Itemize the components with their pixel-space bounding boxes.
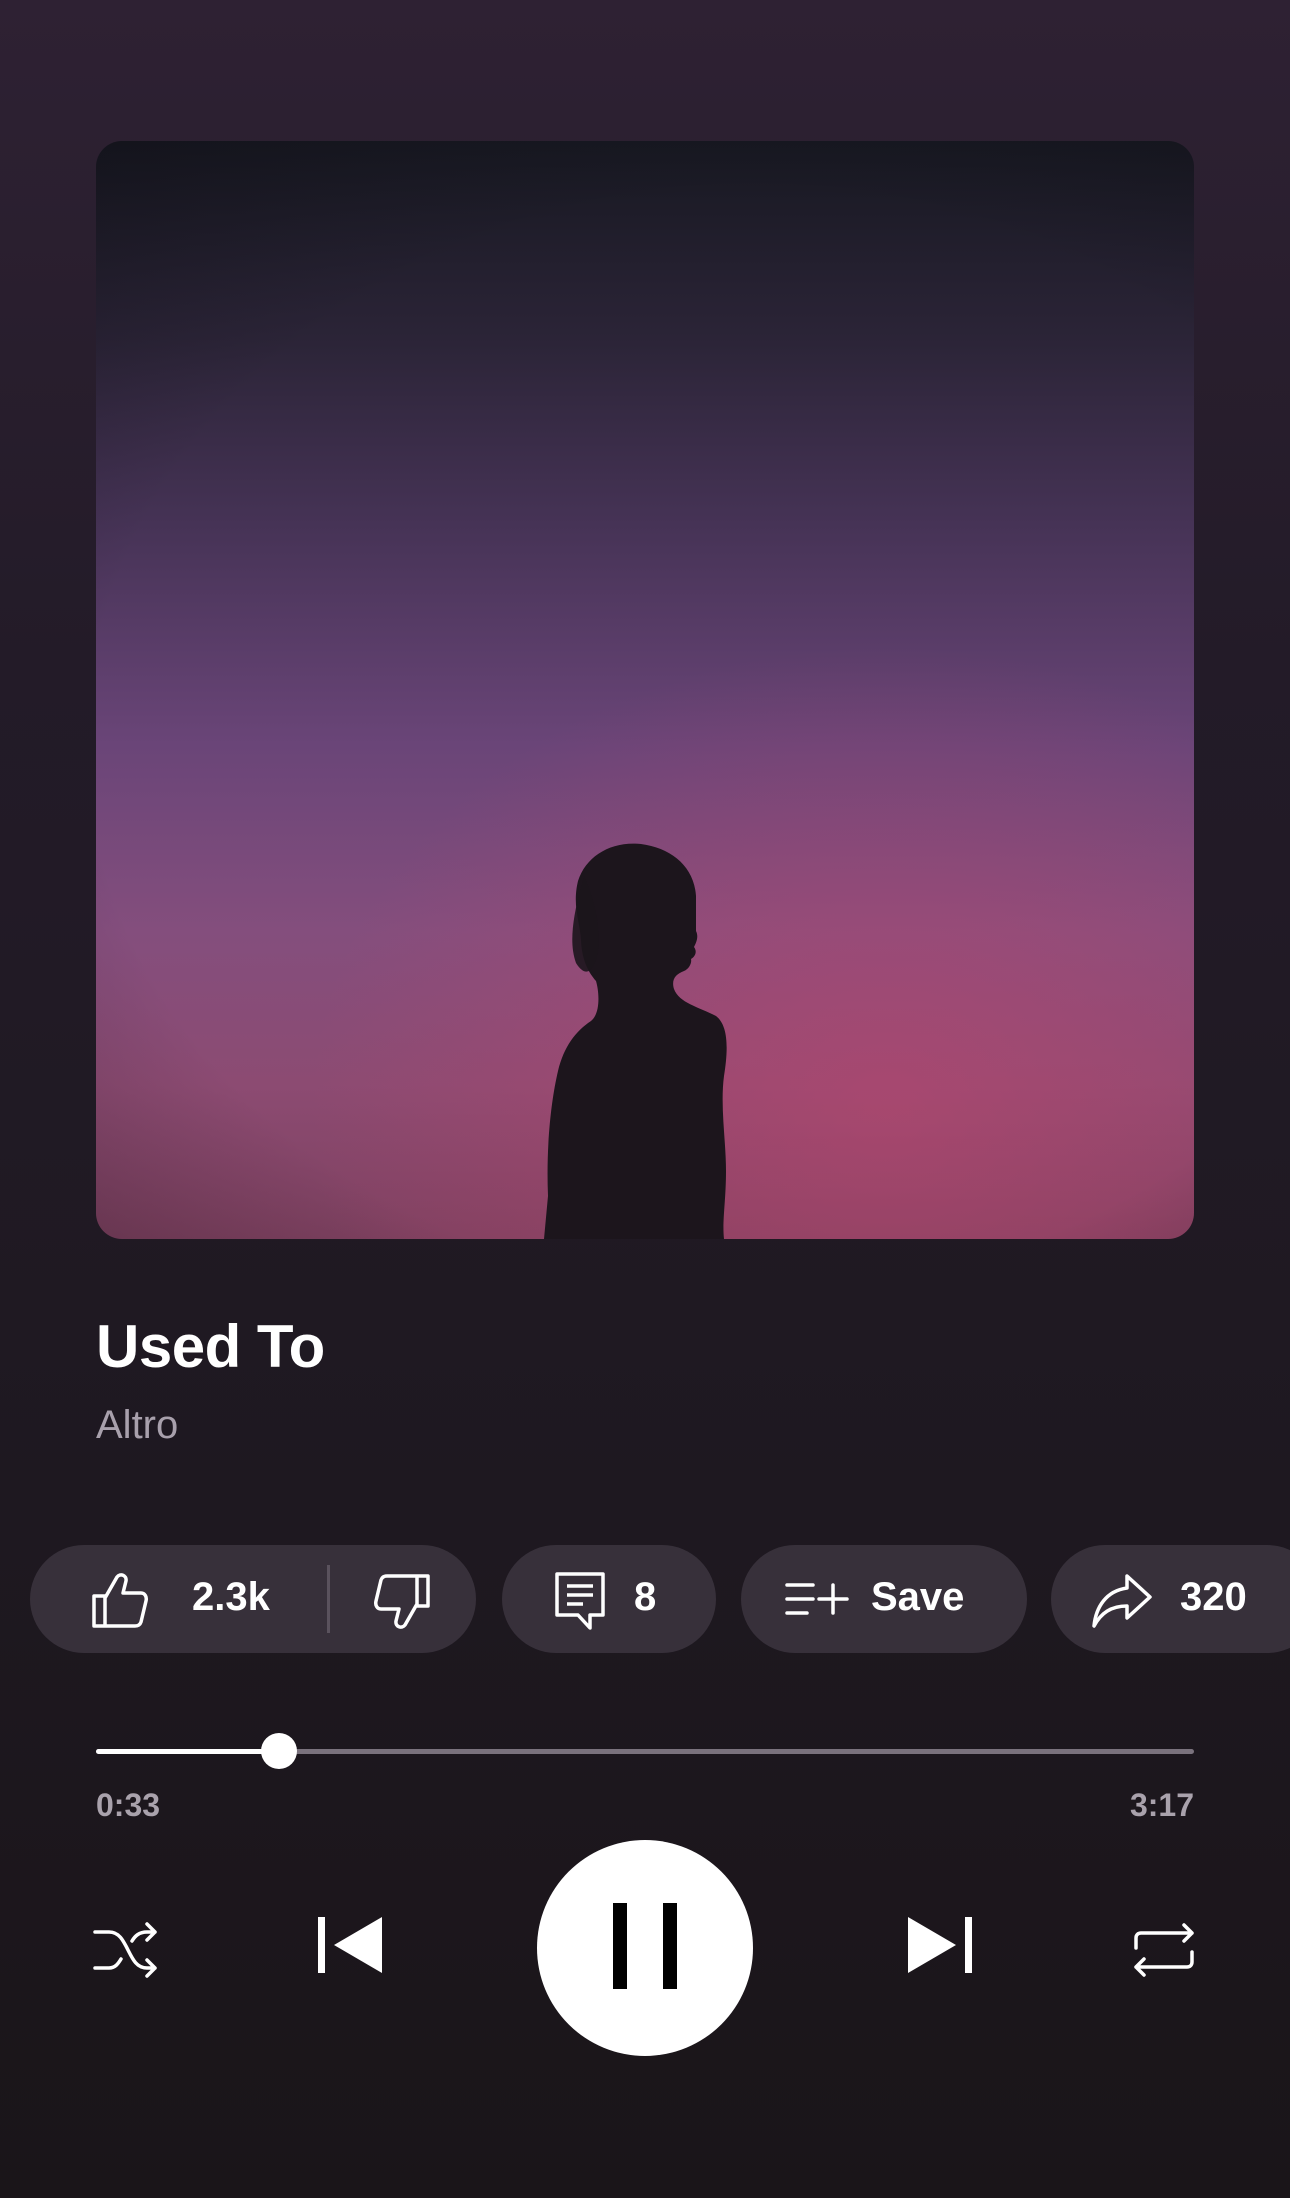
previous-button[interactable] [308, 1905, 392, 1989]
skip-previous-icon [316, 1916, 384, 1978]
share-button[interactable]: 320 [1051, 1545, 1290, 1653]
save-label: Save [871, 1575, 965, 1619]
skip-next-icon [906, 1916, 974, 1978]
like-dislike-pill: 2.3k [30, 1545, 476, 1653]
album-art [96, 141, 1194, 1239]
shuffle-icon [93, 1920, 159, 1985]
thumbs-up-icon [90, 1571, 150, 1629]
progress-fill [96, 1749, 280, 1754]
repeat-button[interactable] [1122, 1910, 1206, 1994]
action-bar: 2.3k 8 Save 320 [30, 1545, 1290, 1653]
progress-bar[interactable] [96, 1720, 1194, 1782]
shuffle-button[interactable] [84, 1910, 168, 1994]
comment-icon [554, 1571, 606, 1631]
artist-name[interactable]: Altro [96, 1403, 178, 1448]
elapsed-time: 0:33 [96, 1787, 161, 1823]
now-playing-screen: { "track": { "title": "Used To", "artist… [0, 0, 1290, 2198]
track-title: Used To [96, 1313, 325, 1380]
silhouette-figure [544, 843, 727, 1239]
like-count: 2.3k [192, 1575, 270, 1619]
thumbs-down-icon [372, 1573, 432, 1631]
repeat-icon [1132, 1920, 1196, 1985]
total-duration: 3:17 [1129, 1787, 1194, 1823]
next-button[interactable] [898, 1905, 982, 1989]
save-button[interactable]: Save [741, 1545, 1027, 1653]
like-button[interactable]: 2.3k [30, 1545, 328, 1653]
playlist-add-icon [785, 1579, 849, 1619]
progress-thumb[interactable] [261, 1733, 298, 1769]
comments-button[interactable]: 8 [502, 1545, 716, 1653]
dislike-button[interactable] [330, 1545, 476, 1653]
pause-icon [613, 1902, 677, 1994]
share-count: 320 [1180, 1575, 1247, 1619]
pause-button[interactable] [537, 1840, 753, 2056]
share-icon [1091, 1573, 1153, 1629]
comment-count: 8 [634, 1575, 657, 1619]
